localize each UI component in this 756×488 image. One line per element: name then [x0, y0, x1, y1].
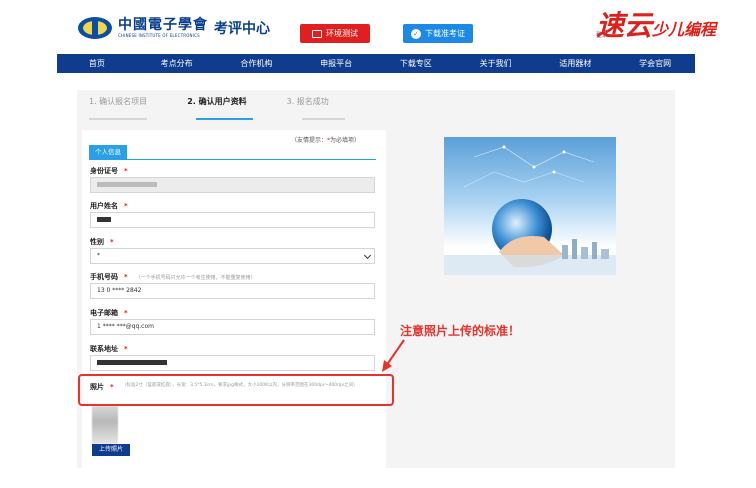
address-label: 联系地址 * [90, 344, 128, 354]
email-label: 电子邮箱 * [90, 308, 128, 318]
email-label-text: 电子邮箱 [90, 309, 118, 317]
upload-photo-button[interactable]: 上传照片 [92, 444, 130, 456]
nav-item-about[interactable]: 关于我们 [456, 54, 536, 73]
step-2-active: 2. 确认用户资料 [187, 97, 247, 106]
photo-highlight-box [78, 374, 394, 406]
nav-item-downloads[interactable]: 下载专区 [376, 54, 456, 73]
hint-suffix: 为必填项） [330, 137, 361, 144]
watermark-sub: 少儿编程 [652, 20, 717, 39]
logo-chinese-name: 中國電子學會 [118, 17, 208, 33]
required-hint: （友情提示：*为必填项） [291, 135, 360, 144]
id-number-field [90, 177, 375, 193]
globe-illustration [444, 137, 616, 275]
step-3: 3. 报名成功 [286, 97, 329, 106]
step-1: 1. 确认报名项目 [89, 97, 148, 106]
cie-logo-icon [78, 17, 112, 39]
annotation-text: 注意照片上传的标准！ [400, 324, 521, 338]
download-ticket-label: 下载准考证 [425, 29, 465, 38]
logo-english-name: CHINESE INSTITUTE OF ELECTRONICS [118, 33, 200, 38]
env-test-button[interactable]: 环境测试 [300, 24, 370, 43]
monitor-icon [312, 29, 322, 38]
required-star: * [110, 238, 114, 246]
masked-id-value [97, 182, 157, 187]
step-indicator: 1. 确认报名项目 2. 确认用户资料 3. 报名成功 [89, 96, 329, 119]
check-circle-icon: ✓ [411, 28, 421, 39]
nav-item-home[interactable]: 首页 [57, 54, 137, 73]
gender-select[interactable]: * [90, 248, 375, 264]
site-header: 中國電子學會 CHINESE INSTITUTE OF ELECTRONICS … [0, 0, 756, 54]
name-label: 用户姓名 * [90, 201, 128, 211]
globe-image [444, 145, 616, 275]
name-label-text: 用户姓名 [90, 202, 118, 210]
personal-info-form: （友情提示：*为必填项） 个人信息 身份证号 * 用户姓名 * 性别 * * 手机号码… [82, 130, 386, 468]
phone-label: 手机号码 * （一个手机号码只允许一个考生使用，不能重复使用） [90, 272, 256, 282]
site-logo[interactable]: 中國電子學會 CHINESE INSTITUTE OF ELECTRONICS … [78, 17, 270, 39]
nav-item-equipment[interactable]: 适用器材 [536, 54, 616, 73]
photo-preview [92, 406, 118, 444]
gender-value: * [97, 252, 100, 259]
phone-field[interactable]: 13 0 **** 2842 [90, 283, 375, 299]
name-field[interactable] [90, 212, 375, 228]
email-field[interactable]: 1 **** ***@qq.com [90, 319, 375, 335]
step-1-bar [89, 118, 147, 120]
watermark: 速云少儿编程 [596, 4, 716, 44]
nav-item-official-site[interactable]: 学会官网 [615, 54, 695, 73]
address-label-text: 联系地址 [90, 345, 118, 353]
required-star: * [124, 167, 128, 175]
address-field[interactable] [90, 355, 375, 371]
id-number-label-text: 身份证号 [90, 167, 118, 175]
download-ticket-button[interactable]: ✓ 下载准考证 [403, 24, 473, 43]
annotation-arrow-icon [382, 339, 405, 372]
nav-item-partners[interactable]: 合作机构 [217, 54, 297, 73]
tab-underline [89, 159, 376, 160]
tab-personal-info[interactable]: 个人信息 [89, 145, 127, 159]
required-star: * [124, 345, 128, 353]
gender-label: 性别 * [90, 237, 114, 247]
phone-label-text: 手机号码 [90, 273, 118, 281]
watermark-main: 速云 [596, 9, 653, 42]
chevron-down-icon [363, 251, 372, 260]
logo-subtitle: 考评中心 [214, 21, 270, 37]
nav-item-apply[interactable]: 申报平台 [296, 54, 376, 73]
hint-prefix: （友情提示： [291, 137, 328, 144]
masked-address-value [97, 360, 167, 365]
phone-note: （一个手机号码只允许一个考生使用，不能重复使用） [135, 275, 256, 281]
step-3-bar [302, 118, 345, 120]
id-number-label: 身份证号 * [90, 166, 128, 176]
required-star: * [124, 202, 128, 210]
nav-item-exam-sites[interactable]: 考点分布 [137, 54, 217, 73]
step-2-bar [196, 118, 253, 120]
gender-label-text: 性别 [90, 238, 104, 246]
masked-name-value [97, 217, 111, 222]
main-nav: 首页 考点分布 合作机构 申报平台 下载专区 关于我们 适用器材 学会官网 [57, 54, 695, 73]
required-star: * [124, 273, 128, 281]
required-star: * [124, 309, 128, 317]
env-test-label: 环境测试 [326, 29, 358, 38]
